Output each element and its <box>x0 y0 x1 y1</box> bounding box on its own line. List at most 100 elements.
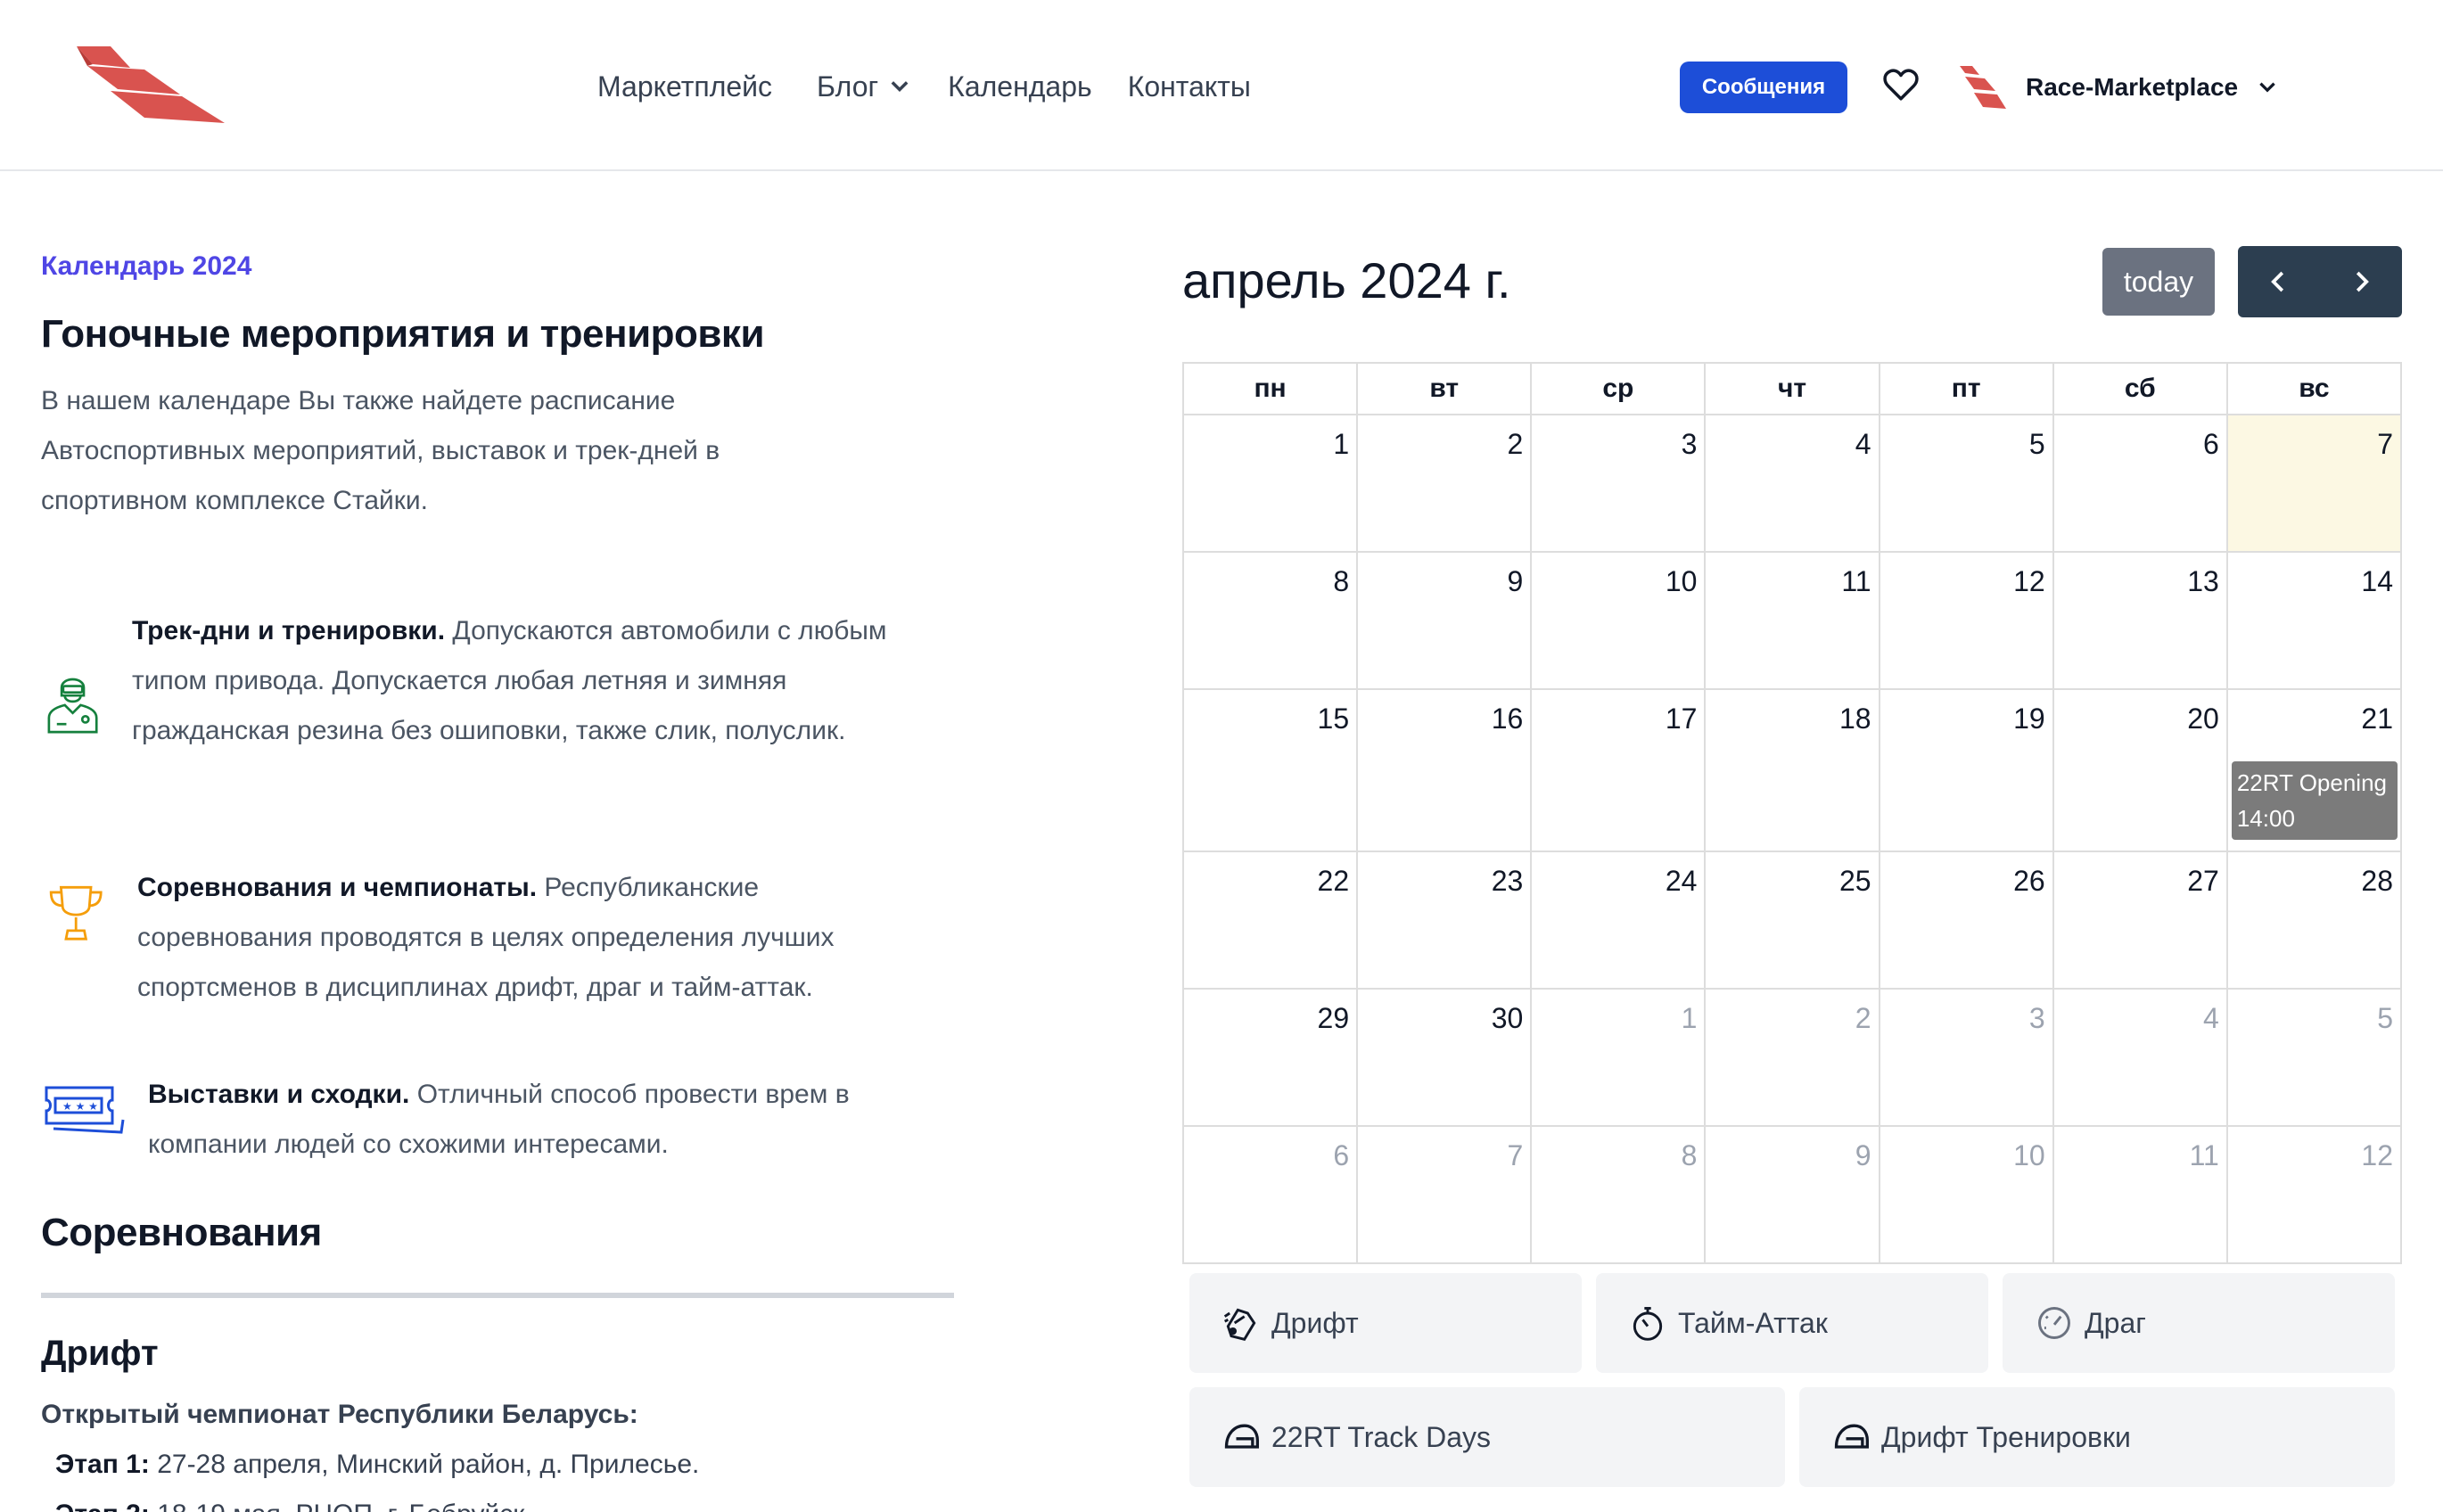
day-cell[interactable]: 3 <box>1530 414 1707 553</box>
day-cell[interactable]: 14 <box>2225 551 2403 690</box>
day-cell[interactable]: 27 <box>2052 850 2228 990</box>
helmet-icon <box>1834 1424 1869 1449</box>
messages-button[interactable]: Сообщения <box>1680 62 1847 113</box>
user-name: Race-Marketplace <box>2026 73 2239 101</box>
day-cell[interactable]: 6 <box>2052 414 2228 553</box>
prev-month-button[interactable] <box>2238 246 2320 317</box>
nav-calendar[interactable]: Календарь <box>948 70 1092 103</box>
day-cell[interactable]: 2 <box>1356 414 1533 553</box>
day-cell[interactable]: 15 <box>1181 688 1359 852</box>
day-cell[interactable]: 13 <box>2052 551 2228 690</box>
day-cell-other-month[interactable]: 9 <box>1704 1125 1880 1264</box>
calendar-event[interactable]: 22RT Opening 14:00 <box>2231 761 2398 840</box>
filter-drag[interactable]: Драг <box>2003 1273 2395 1373</box>
day-cell-other-month[interactable]: 8 <box>1530 1125 1707 1264</box>
day-cell-other-month[interactable]: 10 <box>1878 1125 2054 1264</box>
day-cell-other-month[interactable]: 2 <box>1704 988 1880 1127</box>
feature-exhibitions: ★ ★ ★ Выставки и сходки. Отличный способ… <box>41 1070 950 1170</box>
user-menu[interactable]: Race-Marketplace <box>1958 62 2279 112</box>
weekday-header: ср <box>1530 362 1707 415</box>
day-cell-other-month[interactable]: 5 <box>2225 988 2403 1127</box>
today-button[interactable]: today <box>2102 248 2215 316</box>
divider <box>41 1293 954 1298</box>
weekday-header: вт <box>1356 362 1533 415</box>
day-cell[interactable]: 10 <box>1530 551 1707 690</box>
day-cell[interactable]: 22 <box>1181 850 1359 990</box>
discipline-heading: Дрифт <box>41 1334 159 1373</box>
day-cell[interactable]: 26 <box>1878 850 2054 990</box>
championship-title: Открытый чемпионат Республики Беларусь: <box>41 1400 638 1429</box>
day-cell-other-month[interactable]: 4 <box>2052 988 2228 1127</box>
speedometer-icon <box>2038 1307 2070 1339</box>
race-marketplace-logo[interactable] <box>75 43 226 125</box>
day-cell[interactable]: 19 <box>1878 688 2054 852</box>
feature-text: Соревнования и чемпионаты. Республиканск… <box>137 873 835 1002</box>
weekday-header: пт <box>1878 362 2054 415</box>
day-cell[interactable]: 25 <box>1704 850 1880 990</box>
week-row: 22 23 24 25 26 27 28 <box>1181 850 2403 990</box>
day-cell[interactable]: 5 <box>1878 414 2054 553</box>
nav-marketplace[interactable]: Маркетплейс <box>597 70 772 103</box>
day-cell[interactable]: 29 <box>1181 988 1359 1127</box>
stopwatch-icon <box>1633 1307 1663 1341</box>
day-cell-other-month[interactable]: 7 <box>1356 1125 1533 1264</box>
day-cell[interactable]: 30 <box>1356 988 1533 1127</box>
day-cell[interactable]: 4 <box>1704 414 1880 553</box>
next-month-button[interactable] <box>2320 246 2402 317</box>
weekday-header: вс <box>2225 362 2403 415</box>
day-cell[interactable]: 1 <box>1181 414 1359 553</box>
drift-car-icon <box>1223 1308 1256 1342</box>
trophy-icon <box>49 885 103 941</box>
filter-label: 22RT Track Days <box>1271 1420 1492 1453</box>
week-row: 1 2 3 4 5 6 7 <box>1181 414 2403 553</box>
filter-drift[interactable]: Дрифт <box>1189 1273 1582 1373</box>
day-cell[interactable]: 16 <box>1356 688 1533 852</box>
chevron-left-icon <box>2271 271 2284 292</box>
day-cell-other-month[interactable]: 6 <box>1181 1125 1359 1264</box>
day-cell[interactable]: 28 <box>2225 850 2403 990</box>
calendar-title: апрель 2024 г. <box>1182 252 1511 308</box>
stage-item: Этап 2: 18-19 мая, РЦОП, г. Бобруйск. <box>55 1500 532 1512</box>
chevron-down-icon <box>2259 82 2275 93</box>
day-cell-other-month[interactable]: 1 <box>1530 988 1707 1127</box>
weekday-header: пн <box>1181 362 1359 415</box>
day-cell[interactable]: 23 <box>1356 850 1533 990</box>
event-time: 14:00 <box>2236 805 2295 832</box>
ticket-icon: ★ ★ ★ <box>45 1086 125 1134</box>
day-cell-other-month[interactable]: 3 <box>1878 988 2054 1127</box>
heart-icon[interactable] <box>1881 66 1921 103</box>
site-header: Маркетплейс Блог Календарь Контакты Сооб… <box>0 0 2443 171</box>
weekday-row: пн вт ср чт пт сб вс <box>1181 362 2403 415</box>
driver-icon <box>47 678 98 734</box>
calendar-nav <box>2238 246 2402 317</box>
nav-contacts[interactable]: Контакты <box>1128 70 1251 103</box>
day-cell[interactable]: 11 <box>1704 551 1880 690</box>
filter-drift-training[interactable]: Дрифт Тренировки <box>1799 1387 2395 1487</box>
svg-text:★ ★ ★: ★ ★ ★ <box>62 1100 98 1113</box>
competitions-heading: Соревнования <box>41 1211 322 1254</box>
week-row: 6 7 8 9 10 11 12 <box>1181 1125 2403 1264</box>
main-nav: Маркетплейс Блог Календарь Контакты <box>597 64 1251 109</box>
day-cell[interactable]: 9 <box>1356 551 1533 690</box>
section-eyebrow: Календарь 2024 <box>41 251 252 281</box>
day-cell[interactable]: 24 <box>1530 850 1707 990</box>
day-cell[interactable]: 20 <box>2052 688 2228 852</box>
filter-time-attack[interactable]: Тайм-Аттак <box>1596 1273 1988 1373</box>
filter-label: Дрифт <box>1271 1306 1359 1339</box>
day-cell[interactable]: 18 <box>1704 688 1880 852</box>
day-cell[interactable]: 17 <box>1530 688 1707 852</box>
filter-label: Дрифт Тренировки <box>1881 1420 2131 1453</box>
day-cell[interactable]: 8 <box>1181 551 1359 690</box>
nav-blog[interactable]: Блог <box>817 70 912 103</box>
day-cell-other-month[interactable]: 11 <box>2052 1125 2228 1264</box>
filter-22rt-track-days[interactable]: 22RT Track Days <box>1189 1387 1785 1487</box>
day-cell[interactable]: 12 <box>1878 551 2054 690</box>
filter-label: Тайм-Аттак <box>1678 1306 1828 1339</box>
feature-text: Трек-дни и тренировки. Допускаются автом… <box>132 616 887 745</box>
day-cell[interactable]: 21 22RT Opening 14:00 <box>2225 688 2403 852</box>
calendar-grid: пн вт ср чт пт сб вс 1 2 3 4 5 6 7 8 9 1… <box>1181 362 2403 1264</box>
day-cell-other-month[interactable]: 12 <box>2225 1125 2403 1264</box>
avatar <box>1960 66 2006 109</box>
week-row: 29 30 1 2 3 4 5 <box>1181 988 2403 1127</box>
day-cell-today[interactable]: 7 <box>2225 414 2403 553</box>
